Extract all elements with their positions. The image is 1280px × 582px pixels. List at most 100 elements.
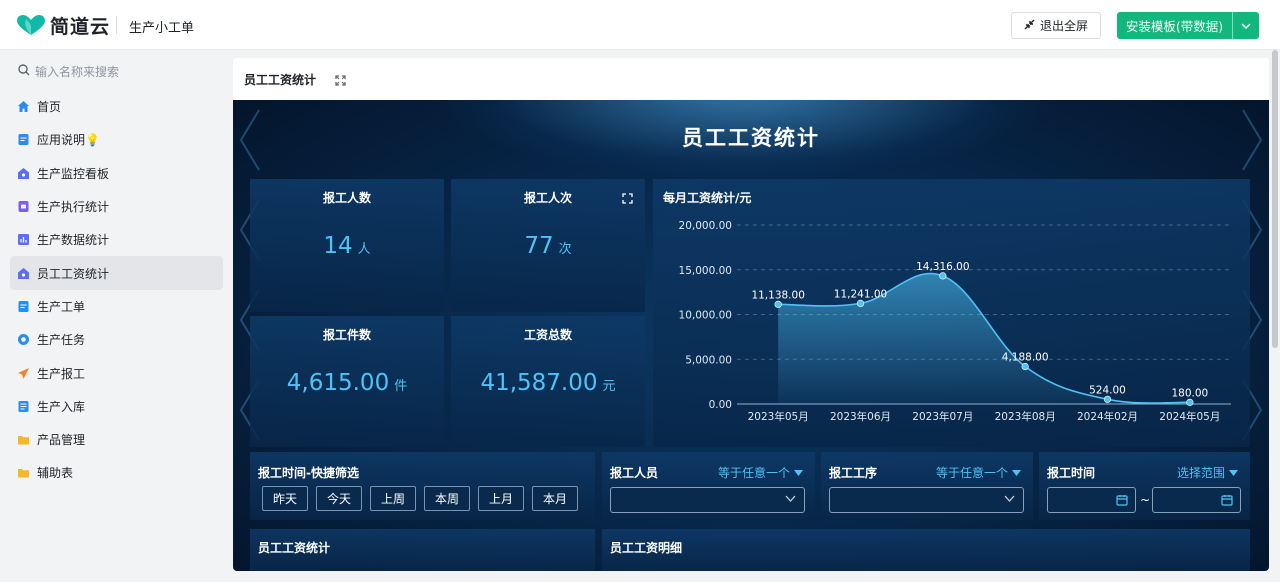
caret-down-icon [1012,469,1021,476]
chevron-down-icon [1004,495,1015,502]
sidebar-item[interactable]: 生产入库 [10,390,223,423]
doc-icon [17,300,30,313]
dashboard-home-icon [17,167,30,180]
expand-icon[interactable] [335,71,346,90]
y-tick-label: 15,000.00 [679,265,732,277]
quick-filter-button[interactable]: 今天 [316,486,362,511]
end-date-input[interactable] [1152,487,1241,513]
sidebar-item-label: 生产工单 [37,299,86,314]
sidebar-item[interactable]: 辅助表 [10,456,223,489]
collapse-arrows-icon [1024,19,1035,33]
sidebar-item-label: 生产数据统计 [37,233,110,248]
caret-down-icon [794,469,803,476]
stat-value: 41,587.00 元 [480,370,616,396]
sidebar-item-label: 生产任务 [37,333,86,348]
process-filter-operator[interactable]: 等于任意一个 [936,464,1021,481]
quick-filter-button[interactable]: 本周 [424,486,470,511]
caret-down-icon [1229,469,1238,476]
stat-label: 报工件数 [322,328,371,342]
folder-icon [17,433,30,446]
quick-filter-button[interactable]: 上周 [370,486,416,511]
sidebar-item[interactable]: 产品管理 [10,423,223,456]
folder-icon [17,466,30,479]
sidebar-search[interactable]: 输入名称来搜索 [18,62,218,80]
quick-filter-button[interactable]: 上月 [478,486,524,511]
staff-filter-label: 报工人员 [610,466,659,480]
x-tick-label: 2023年07月 [912,410,973,423]
process-filter-card: 报工工序 等于任意一个 [821,452,1033,520]
install-template-label: 安装模板(带数据) [1125,19,1224,34]
sidebar-item[interactable]: 生产数据统计 [10,223,223,256]
sidebar-item-label: 首页 [37,100,62,115]
exit-fullscreen-button[interactable]: 退出全屏 [1011,12,1101,39]
sidebar-item[interactable]: 应用说明💡 [10,123,223,156]
stat-label: 报工人次 [523,191,572,205]
sidebar-item-label: 生产执行统计 [37,200,110,215]
stat-value: 14 人 [323,233,371,259]
logo-text: 简道云 [50,15,111,38]
data-point [1186,398,1194,406]
content-panel: 员工工资统计 员工工资统计 报工人数 14 人 报工人次 77 次 报工件数 4,6… [233,58,1269,571]
data-label: 11,241.00 [834,288,887,300]
quick-filter-card: 报工时间-快捷筛选 昨天 今天 上周 本周 上月 本月 [250,452,595,520]
wage-detail-title: 员工工资明细 [610,541,683,555]
staff-select[interactable] [610,487,805,513]
staff-filter-card: 报工人员 等于任意一个 [602,452,815,520]
logo[interactable]: 简道云 [16,12,110,38]
chevron-down-icon [785,495,796,502]
data-label: 4,188.00 [1002,352,1049,364]
x-tick-label: 2024年02月 [1077,410,1138,423]
top-bar: 简道云 生产小工单 退出全屏 安装模板(带数据) [0,0,1280,50]
time-filter-label: 报工时间 [1047,466,1096,480]
dashboard-title: 员工工资统计 [682,126,820,150]
date-range-separator: ~ [1140,493,1151,507]
install-template-button[interactable]: 安装模板(带数据) [1117,12,1259,39]
data-point [1103,395,1112,403]
sidebar-item[interactable]: 生产监控看板 [10,157,223,190]
sidebar-item[interactable]: 员工工资统计 [10,256,223,290]
quick-filter-button[interactable]: 昨天 [262,486,308,511]
y-tick-label: 5,000.00 [685,354,732,366]
search-icon [18,63,30,79]
sidebar-item-label: 产品管理 [37,433,86,448]
search-input[interactable]: 输入名称来搜索 [35,63,119,80]
data-point [1021,362,1029,371]
sidebar-item[interactable]: 生产任务 [10,323,223,356]
x-tick-label: 2023年08月 [995,410,1056,423]
staff-filter-operator[interactable]: 等于任意一个 [718,464,803,481]
sidebar-nav: 首页应用说明💡 生产监控看板生产执行统计 生产数据统计 员工工资统计 生产工单生产任务生… [10,90,223,490]
time-filter-operator[interactable]: 选择范围 [1177,464,1238,481]
sidebar-item-label: 应用说明💡 [37,133,100,148]
stat-value: 77 次 [524,233,572,259]
expand-icon[interactable] [622,189,633,208]
stat-label: 报工人数 [322,191,371,205]
app-name: 生产小工单 [129,21,195,36]
page-scrollbar[interactable] [1272,50,1278,348]
monthly-wage-chart-card: 每月工资统计/元 0.00 5,000.00 10,000.00 15,000.00 2… [653,179,1250,447]
data-point [939,272,947,280]
sidebar-item-label: 员工工资统计 [37,266,110,281]
quick-filter-buttons: 昨天 今天 上周 本周 上月 本月 [262,486,578,511]
chevron-down-icon[interactable] [1232,12,1259,39]
panel-title: 员工工资统计 [244,73,317,87]
sidebar-item[interactable]: 生产报工 [10,356,223,389]
calendar-icon [1116,495,1128,506]
data-label: 524.00 [1089,384,1126,396]
quick-filter-button[interactable]: 本月 [532,486,578,511]
data-label: 180.00 [1171,387,1208,399]
process-select[interactable] [829,487,1024,513]
sidebar-item[interactable]: 首页 [10,90,223,123]
operator-label: 等于任意一个 [935,466,1008,480]
doc-icon [17,133,30,146]
sidebar-item[interactable]: 生产执行统计 [10,190,223,223]
sidebar-item-label: 辅助表 [37,466,74,481]
home-icon [17,100,30,113]
start-date-input[interactable] [1047,487,1136,513]
sidebar-item[interactable]: 生产工单 [10,290,223,323]
calendar-icon [1221,495,1233,506]
y-tick-label: 0.00 [709,399,732,411]
sidebar-item-label: 生产报工 [37,366,86,381]
data-point [774,300,782,308]
form-icon [17,200,30,213]
x-tick-label: 2023年05月 [748,410,809,423]
